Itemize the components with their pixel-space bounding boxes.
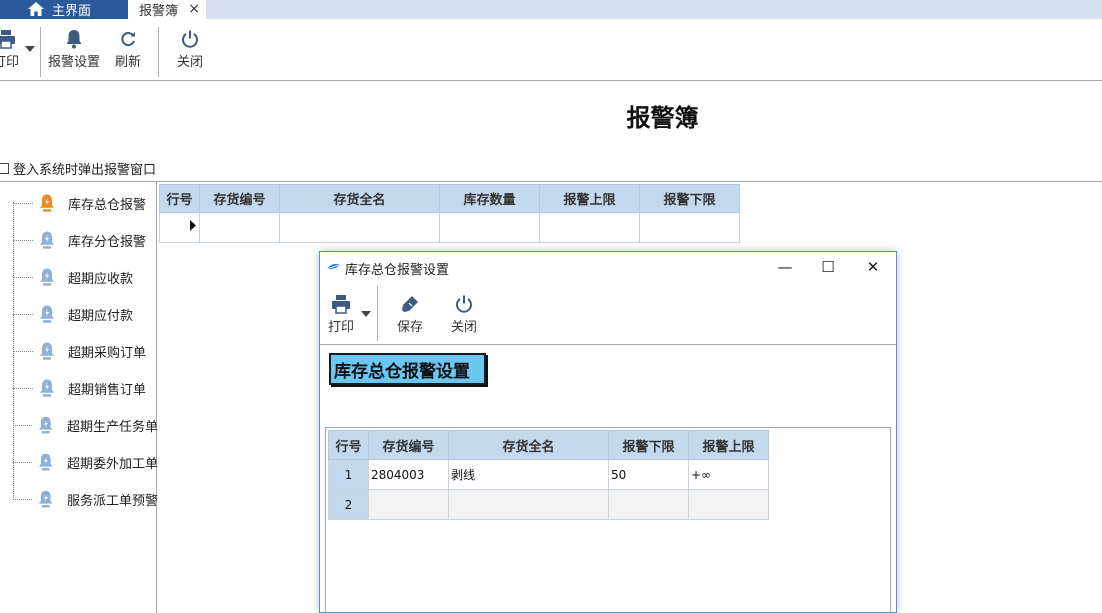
alarm-settings-dialog: 库存总仓报警设置 — ☐ ✕ 打印 保存 关闭 库存总仓报警设置 行号 存货编号…	[319, 251, 897, 613]
save-pen-icon	[402, 296, 418, 312]
minimize-button[interactable]: —	[770, 256, 800, 278]
alarm-bell-icon	[40, 231, 54, 249]
divider	[0, 181, 1102, 182]
chevron-down-icon[interactable]	[25, 46, 35, 52]
col-lower-limit[interactable]: 报警下限	[608, 430, 689, 460]
alarm-bell-icon	[40, 268, 54, 286]
table-row[interactable]: 1 2804003 剥线 50 +∞	[328, 459, 769, 490]
tab-close-icon[interactable]: ×	[188, 0, 200, 18]
refresh-icon	[121, 32, 135, 47]
tree-item-overdue-payable[interactable]: 超期应付款	[13, 302, 158, 326]
alarm-bell-icon	[39, 416, 54, 434]
chevron-down-icon[interactable]	[361, 311, 371, 317]
tab-strip: 主界面 报警簿 ×	[0, 0, 1102, 19]
row-number: 2	[328, 489, 369, 520]
item-name-cell[interactable]: 剥线	[448, 459, 609, 490]
dialog-print-button[interactable]: 打印	[326, 294, 356, 336]
alarm-bell-icon	[40, 342, 54, 360]
app-icon	[326, 263, 341, 270]
table-row[interactable]	[159, 212, 740, 243]
print-button[interactable]: 打印	[0, 29, 26, 79]
dialog-grid-container: 行号 存货编号 存货全名 报警下限 报警上限 1 2804003 剥线 50 +…	[325, 427, 891, 613]
tree-item-inventory-main[interactable]: 库存总仓报警	[13, 191, 158, 215]
tree-item-service-dispatch[interactable]: 服务派工单预警	[13, 487, 158, 511]
tree-item-overdue-production[interactable]: 超期生产任务单	[13, 413, 158, 437]
alarm-tree: 库存总仓报警 库存分仓报警 超期应收款 超期应付款 超期采购订单 超期销售订单 …	[0, 182, 158, 613]
dialog-grid: 行号 存货编号 存货全名 报警下限 报警上限 1 2804003 剥线 50 +…	[328, 430, 769, 520]
col-stock-qty[interactable]: 库存数量	[439, 184, 540, 213]
close-button[interactable]: 关闭	[174, 29, 206, 79]
dialog-close-tool-button[interactable]: 关闭	[449, 294, 479, 336]
dialog-close-button[interactable]: ✕	[858, 256, 888, 278]
alarm-bell-icon	[39, 453, 54, 471]
item-name-cell[interactable]	[448, 489, 609, 520]
grid-header-row: 行号 存货编号 存货全名 报警下限 报警上限	[328, 430, 769, 460]
printer-icon	[0, 30, 15, 49]
lower-limit-cell[interactable]: 50	[608, 459, 689, 490]
upper-limit-cell[interactable]: +∞	[688, 459, 769, 490]
dialog-title-bar[interactable]: 库存总仓报警设置 — ☐ ✕	[320, 252, 896, 282]
alarm-settings-button[interactable]: 报警设置	[48, 29, 100, 79]
dialog-save-button[interactable]: 保存	[395, 294, 425, 336]
alarm-bell-icon	[40, 305, 54, 323]
col-item-name[interactable]: 存货全名	[279, 184, 440, 213]
main-toolbar: 打印 报警设置 刷新 关闭	[0, 19, 1102, 81]
dialog-title: 库存总仓报警设置	[345, 263, 450, 278]
popup-alarm-checkbox[interactable]	[0, 162, 9, 174]
row-pointer-icon	[190, 220, 196, 231]
col-upper-limit[interactable]: 报警上限	[539, 184, 640, 213]
tab-alarm-book[interactable]: 报警簿 ×	[128, 0, 206, 19]
tree-item-overdue-receivable[interactable]: 超期应收款	[13, 265, 158, 289]
row-number: 1	[328, 459, 369, 490]
dialog-heading: 库存总仓报警设置	[329, 353, 486, 385]
page-title: 报警簿	[626, 104, 699, 132]
printer-icon	[332, 295, 350, 314]
lower-limit-cell[interactable]	[608, 489, 689, 520]
alarm-bell-icon	[39, 490, 54, 508]
col-upper-limit[interactable]: 报警上限	[688, 430, 769, 460]
alarm-bell-icon	[40, 194, 54, 212]
home-icon	[28, 2, 44, 16]
col-row-no[interactable]: 行号	[328, 430, 369, 460]
col-lower-limit[interactable]: 报警下限	[639, 184, 740, 213]
popup-alarm-label: 登入系统时弹出报警窗口	[13, 162, 157, 178]
row-indicator	[159, 212, 200, 243]
table-row[interactable]: 2	[328, 489, 769, 520]
bell-icon	[66, 30, 82, 49]
power-icon	[182, 30, 198, 48]
alarm-bell-icon	[40, 379, 54, 397]
tab-home-label: 主界面	[52, 4, 92, 19]
col-item-name[interactable]: 存货全名	[448, 430, 609, 460]
tree-item-overdue-sales[interactable]: 超期销售订单	[13, 376, 158, 400]
dialog-toolbar: 打印 保存 关闭	[320, 282, 896, 345]
col-item-code[interactable]: 存货编号	[199, 184, 280, 213]
maximize-button[interactable]: ☐	[813, 256, 843, 278]
upper-limit-cell[interactable]	[688, 489, 769, 520]
grid-header-row: 行号 存货编号 存货全名 库存数量 报警上限 报警下限	[159, 184, 740, 213]
popup-alarm-option[interactable]: 登入系统时弹出报警窗口	[0, 159, 157, 178]
toolbar-divider	[158, 27, 159, 77]
col-item-code[interactable]: 存货编号	[368, 430, 449, 460]
item-code-cell[interactable]	[368, 489, 449, 520]
refresh-button[interactable]: 刷新	[112, 29, 144, 79]
tab-home[interactable]: 主界面	[0, 0, 128, 19]
toolbar-divider	[40, 27, 41, 77]
tab-alarm-book-label: 报警簿	[139, 4, 179, 19]
tree-item-overdue-outsourcing[interactable]: 超期委外加工单	[13, 450, 158, 474]
alarm-grid: 行号 存货编号 存货全名 库存数量 报警上限 报警下限	[159, 184, 740, 243]
item-code-cell[interactable]: 2804003	[368, 459, 449, 490]
power-icon	[456, 295, 472, 313]
toolbar-divider	[377, 286, 378, 341]
col-row-no[interactable]: 行号	[159, 184, 200, 213]
tree-item-overdue-purchase[interactable]: 超期采购订单	[13, 339, 158, 363]
tree-item-inventory-branch[interactable]: 库存分仓报警	[13, 228, 158, 252]
